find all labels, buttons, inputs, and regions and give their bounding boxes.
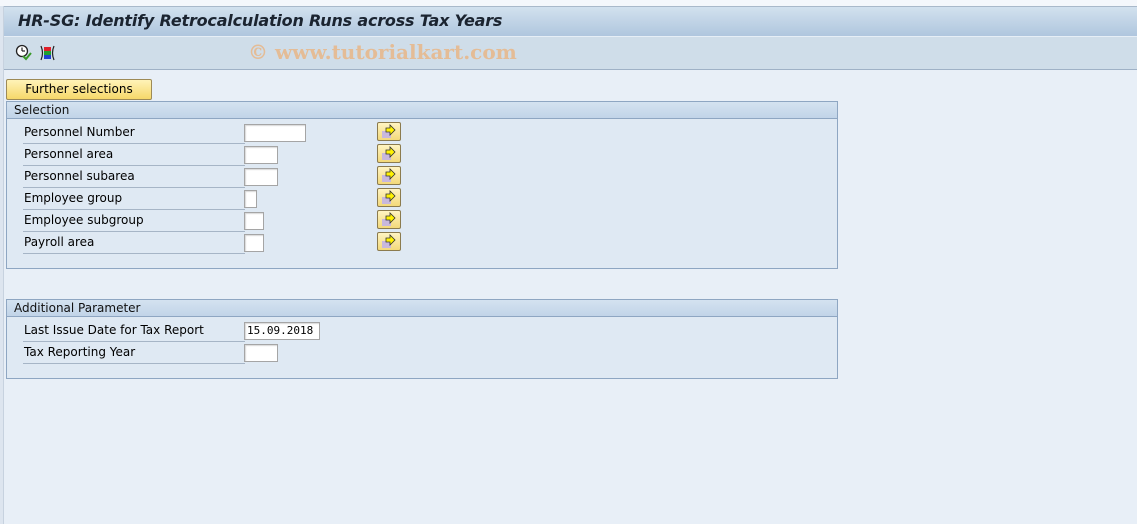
personnel-area-input[interactable] bbox=[244, 146, 278, 164]
field-label: Tax Reporting Year bbox=[23, 342, 245, 364]
title-bar: HR-SG: Identify Retrocalculation Runs ac… bbox=[4, 7, 1137, 37]
additional-parameter-group: Additional Parameter Last Issue Date for… bbox=[6, 299, 838, 379]
employee-group-multiple-selection-button[interactable] bbox=[377, 188, 401, 207]
tax-reporting-year-input[interactable] bbox=[244, 344, 278, 362]
window-frame-top bbox=[0, 0, 1137, 7]
field-label: Employee group bbox=[23, 188, 245, 210]
further-selections-button[interactable]: Further selections bbox=[6, 79, 152, 100]
selection-screen-variant-icon[interactable] bbox=[39, 44, 57, 62]
employee-subgroup-input[interactable] bbox=[244, 212, 264, 230]
payroll-area-input[interactable] bbox=[244, 234, 264, 252]
last-issue-date-input[interactable]: 15.09.2018 bbox=[244, 322, 320, 340]
arrow-right-multiple-selection-icon bbox=[382, 124, 396, 138]
personnel-subarea-multiple-selection-button[interactable] bbox=[377, 166, 401, 185]
additional-parameter-group-title: Additional Parameter bbox=[7, 300, 837, 317]
field-label: Personnel Number bbox=[23, 122, 245, 144]
field-label: Employee subgroup bbox=[23, 210, 245, 232]
watermark-text: © www.tutorialkart.com bbox=[248, 40, 517, 64]
arrow-right-multiple-selection-icon bbox=[382, 146, 396, 160]
arrow-right-multiple-selection-icon bbox=[382, 234, 396, 248]
arrow-right-multiple-selection-icon bbox=[382, 168, 396, 182]
field-label: Personnel area bbox=[23, 144, 245, 166]
arrow-right-multiple-selection-icon bbox=[382, 190, 396, 204]
selection-group-title: Selection bbox=[7, 102, 837, 119]
personnel-number-input[interactable] bbox=[244, 124, 306, 142]
employee-group-input[interactable] bbox=[244, 190, 257, 208]
field-label: Payroll area bbox=[23, 232, 245, 254]
application-toolbar: © www.tutorialkart.com bbox=[4, 37, 1137, 70]
payroll-area-multiple-selection-button[interactable] bbox=[377, 232, 401, 251]
window-frame-left bbox=[0, 6, 4, 524]
field-label: Last Issue Date for Tax Report bbox=[23, 320, 245, 342]
selection-group: Selection Personnel Number Personnel are… bbox=[6, 101, 838, 269]
personnel-area-multiple-selection-button[interactable] bbox=[377, 144, 401, 163]
page-title: HR-SG: Identify Retrocalculation Runs ac… bbox=[18, 11, 503, 30]
execute-clock-check-icon[interactable] bbox=[15, 44, 33, 62]
field-label: Personnel subarea bbox=[23, 166, 245, 188]
personnel-subarea-input[interactable] bbox=[244, 168, 278, 186]
arrow-right-multiple-selection-icon bbox=[382, 212, 396, 226]
employee-subgroup-multiple-selection-button[interactable] bbox=[377, 210, 401, 229]
personnel-number-multiple-selection-button[interactable] bbox=[377, 122, 401, 141]
